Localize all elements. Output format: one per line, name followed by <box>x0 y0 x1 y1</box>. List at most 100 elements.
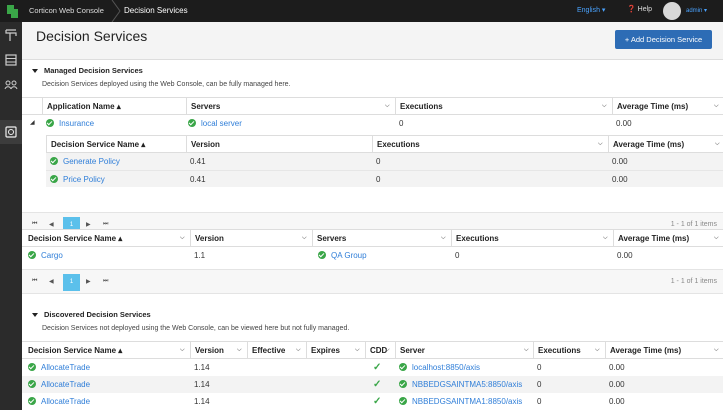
collapse-icon[interactable] <box>32 69 38 74</box>
current-page[interactable]: 1 <box>63 274 80 291</box>
col-average-time[interactable]: Average Time (ms) <box>613 230 723 247</box>
server-link[interactable]: NBBEDGSAINTMA1:8850/axis <box>412 397 522 406</box>
table-row[interactable]: Generate Policy 0.41 0 0.00 <box>46 153 723 170</box>
avatar[interactable] <box>663 2 681 20</box>
ds-name[interactable]: Generate Policy <box>50 153 186 170</box>
application-name[interactable]: Insurance <box>46 115 186 132</box>
expand-icon[interactable]: ◢ <box>30 115 40 132</box>
version-menu-icon[interactable]: ⌵ <box>302 230 307 247</box>
managed-section-title[interactable]: Managed Decision Services <box>32 66 143 75</box>
col-ds-name[interactable]: Decision Service Name ▴ <box>46 136 186 153</box>
ds-name-menu-icon[interactable]: ⌵ <box>180 342 185 359</box>
next-page-icon[interactable]: ▶ <box>86 221 91 228</box>
executions-value: 0 <box>537 397 542 406</box>
server-name[interactable]: NBBEDGSAINTMA5:8850/axis <box>399 376 529 393</box>
first-page-icon[interactable]: ⏮ <box>32 221 37 228</box>
ds-link[interactable]: AllocateTrade <box>41 363 90 372</box>
server-name[interactable]: localhost:8850/axis <box>399 359 529 376</box>
ds-name[interactable]: AllocateTrade <box>28 376 178 393</box>
col-executions[interactable]: Executions <box>395 98 612 115</box>
average-time-value: 0.00 <box>612 157 628 166</box>
col-executions[interactable]: Executions <box>451 230 613 247</box>
ds-link[interactable]: AllocateTrade <box>41 380 90 389</box>
table-row[interactable]: AllocateTrade 1.14 ✓ NBBEDGSAINTMA1:8850… <box>22 393 723 410</box>
ds-link[interactable]: Price Policy <box>63 175 105 184</box>
effective-menu-icon[interactable]: ⌵ <box>296 342 301 359</box>
discovered-section-title[interactable]: Discovered Decision Services <box>32 310 151 319</box>
language-dropdown[interactable]: English ▾ <box>577 6 605 14</box>
col-average-time[interactable]: Average Time (ms) <box>612 98 723 115</box>
server-link[interactable]: local server <box>201 119 242 128</box>
executions-menu-icon[interactable]: ⌵ <box>595 342 600 359</box>
col-cdd[interactable]: CDD <box>365 342 395 359</box>
average-time-value: 0.00 <box>612 175 628 184</box>
ds-name[interactable]: Price Policy <box>50 171 186 188</box>
ds-name[interactable]: AllocateTrade <box>28 359 178 376</box>
prev-page-icon[interactable]: ◀ <box>49 221 54 228</box>
version-menu-icon[interactable]: ⌵ <box>237 342 242 359</box>
col-application-name[interactable]: Application Name ▴ <box>42 98 186 115</box>
executions-menu-icon[interactable]: ⌵ <box>598 136 603 153</box>
first-page-icon[interactable]: ⏮ <box>32 278 37 285</box>
server-name[interactable]: local server <box>188 115 388 132</box>
ds-name[interactable]: Cargo <box>28 247 178 264</box>
status-ok-icon <box>28 396 36 405</box>
server-link[interactable]: QA Group <box>331 251 367 260</box>
ds-link[interactable]: Cargo <box>41 251 63 260</box>
col-average-time[interactable]: Average Time (ms) <box>608 136 723 153</box>
servers-menu-icon[interactable]: ⌵ <box>385 98 390 115</box>
ds-name[interactable]: AllocateTrade <box>28 393 178 410</box>
ds-link[interactable]: Generate Policy <box>63 157 120 166</box>
help-icon: ❓ <box>627 6 636 13</box>
user-menu[interactable]: admin ▾ <box>686 7 707 14</box>
prev-page-icon[interactable]: ◀ <box>49 278 54 285</box>
table-row[interactable]: AllocateTrade 1.14 ✓ localhost:8850/axis… <box>22 359 723 376</box>
col-server[interactable]: Server <box>395 342 533 359</box>
average-time-menu-icon[interactable]: ⌵ <box>714 230 719 247</box>
col-version[interactable]: Version <box>186 136 372 153</box>
average-time-menu-icon[interactable]: ⌵ <box>714 98 719 115</box>
next-page-icon[interactable]: ▶ <box>86 278 91 285</box>
col-servers[interactable]: Servers <box>312 230 451 247</box>
help-link[interactable]: ❓ Help <box>627 5 652 13</box>
decision-services-icon[interactable] <box>4 28 18 42</box>
col-average-time[interactable]: Average Time (ms) <box>605 342 723 359</box>
server-name[interactable]: NBBEDGSAINTMA1:8850/axis <box>399 393 529 410</box>
col-servers[interactable]: Servers <box>186 98 395 115</box>
table-row[interactable]: Price Policy 0.41 0 0.00 <box>46 170 723 187</box>
last-page-icon[interactable]: ⏭ <box>103 278 108 285</box>
ds-name-menu-icon[interactable]: ⌵ <box>180 230 185 247</box>
executions-menu-icon[interactable]: ⌵ <box>602 98 607 115</box>
server-link[interactable]: localhost:8850/axis <box>412 363 480 372</box>
table-row[interactable]: ◢ Insurance local server 0 0.00 <box>22 115 723 132</box>
expires-menu-icon[interactable]: ⌵ <box>355 342 360 359</box>
col-executions[interactable]: Executions <box>372 136 608 153</box>
col-ds-name[interactable]: Decision Service Name ▴ <box>28 342 188 359</box>
server-name[interactable]: QA Group <box>318 247 438 264</box>
cdd-menu-icon[interactable]: ⌵ <box>385 342 390 359</box>
database-icon[interactable] <box>4 53 18 67</box>
corticon-logo-icon[interactable] <box>3 3 20 20</box>
last-page-icon[interactable]: ⏭ <box>103 221 108 228</box>
servers-menu-icon[interactable]: ⌵ <box>441 230 446 247</box>
pager-info: 1 - 1 of 1 items <box>670 278 717 285</box>
server-link[interactable]: NBBEDGSAINTMA5:8850/axis <box>412 380 522 389</box>
average-time-menu-icon[interactable]: ⌵ <box>714 342 719 359</box>
nested-ds-grid: Decision Service Name ▴ Version Executio… <box>46 135 723 189</box>
average-time-menu-icon[interactable]: ⌵ <box>715 136 720 153</box>
status-ok-icon <box>399 396 407 405</box>
collapse-icon[interactable] <box>32 313 38 318</box>
table-row[interactable]: Cargo 1.1 QA Group 0 0.00 <box>22 247 723 264</box>
server-menu-icon[interactable]: ⌵ <box>524 342 529 359</box>
monitor-icon[interactable] <box>4 125 18 139</box>
table-row[interactable]: AllocateTrade 1.14 ✓ NBBEDGSAINTMA5:8850… <box>22 376 723 393</box>
application-link[interactable]: Insurance <box>59 119 94 128</box>
executions-menu-icon[interactable]: ⌵ <box>603 230 608 247</box>
col-version[interactable]: Version <box>190 230 312 247</box>
col-ds-name[interactable]: Decision Service Name ▴ <box>28 230 188 247</box>
brand-name[interactable]: Corticon Web Console <box>29 6 104 15</box>
managed-ds-grid: Decision Service Name ▴ ⌵ Version ⌵ Serv… <box>22 229 723 299</box>
users-icon[interactable] <box>4 78 18 92</box>
ds-link[interactable]: AllocateTrade <box>41 397 90 406</box>
add-decision-service-button[interactable]: + Add Decision Service <box>615 30 712 49</box>
